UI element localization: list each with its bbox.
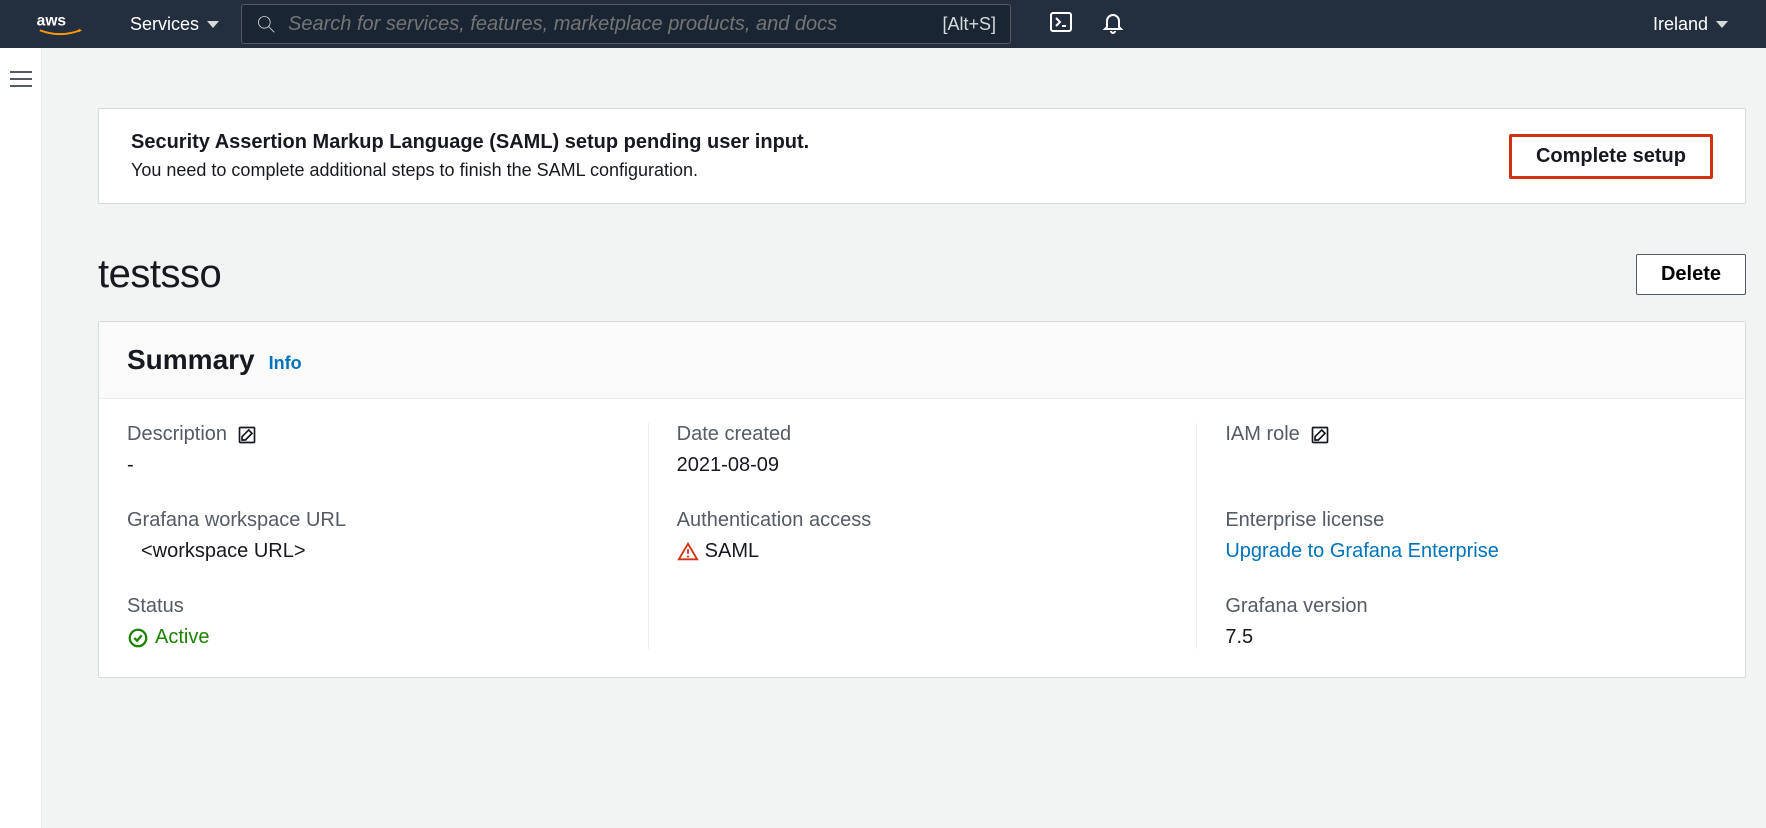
date-created-label: Date created bbox=[677, 423, 792, 446]
page-header: testsso Delete bbox=[98, 252, 1746, 297]
edit-iam-role-icon[interactable] bbox=[1310, 425, 1330, 445]
main-content: Security Assertion Markup Language (SAML… bbox=[42, 48, 1766, 828]
date-created-field: Date created 2021-08-09 bbox=[677, 423, 1169, 477]
services-label: Services bbox=[130, 14, 199, 35]
status-value: Active bbox=[127, 626, 620, 649]
svg-text:aws: aws bbox=[37, 13, 67, 30]
edit-description-icon[interactable] bbox=[237, 425, 257, 445]
warning-icon bbox=[677, 541, 699, 563]
saml-pending-alert: Security Assertion Markup Language (SAML… bbox=[98, 108, 1746, 204]
date-created-value: 2021-08-09 bbox=[677, 454, 1169, 477]
auth-access-value: SAML bbox=[677, 540, 1169, 563]
auth-access-field: Authentication access SAML bbox=[677, 509, 1169, 563]
sidebar-collapse-strip bbox=[0, 48, 42, 828]
region-label: Ireland bbox=[1653, 14, 1708, 35]
summary-col-2: Date created 2021-08-09 Authentication a… bbox=[648, 423, 1197, 649]
auth-access-text: SAML bbox=[705, 540, 759, 563]
global-search[interactable]: [Alt+S] bbox=[241, 4, 1011, 44]
region-selector[interactable]: Ireland bbox=[1639, 14, 1742, 35]
page-title: testsso bbox=[98, 252, 221, 297]
aws-logo[interactable]: aws bbox=[0, 10, 108, 38]
summary-panel: Summary Info Description - bbox=[98, 321, 1746, 678]
search-shortcut: [Alt+S] bbox=[943, 14, 997, 35]
description-label: Description bbox=[127, 423, 227, 446]
caret-down-icon bbox=[1716, 21, 1728, 28]
enterprise-upgrade-link[interactable]: Upgrade to Grafana Enterprise bbox=[1225, 540, 1717, 563]
workspace-url-value: <workspace URL> bbox=[127, 540, 620, 563]
iam-role-value bbox=[1225, 454, 1717, 477]
grafana-version-label: Grafana version bbox=[1225, 595, 1367, 618]
status-label: Status bbox=[127, 595, 184, 618]
grafana-version-field: Grafana version 7.5 bbox=[1225, 595, 1717, 649]
cloudshell-button[interactable] bbox=[1035, 10, 1087, 39]
sidebar-toggle[interactable] bbox=[10, 66, 32, 828]
status-field: Status Active bbox=[127, 595, 620, 649]
enterprise-license-field: Enterprise license Upgrade to Grafana En… bbox=[1225, 509, 1717, 563]
enterprise-license-label: Enterprise license bbox=[1225, 509, 1384, 532]
workspace-url-field: Grafana workspace URL <workspace URL> bbox=[127, 509, 620, 563]
iam-role-field: IAM role bbox=[1225, 423, 1717, 477]
check-circle-icon bbox=[127, 627, 149, 649]
services-menu[interactable]: Services bbox=[108, 0, 241, 48]
summary-header: Summary Info bbox=[99, 322, 1745, 399]
summary-col-3: IAM role Enterprise license Upgrade to G… bbox=[1196, 423, 1745, 649]
iam-role-label: IAM role bbox=[1225, 423, 1299, 446]
caret-down-icon bbox=[207, 21, 219, 28]
description-value: - bbox=[127, 454, 620, 477]
alert-title: Security Assertion Markup Language (SAML… bbox=[131, 131, 809, 154]
search-input[interactable] bbox=[288, 13, 942, 36]
search-icon bbox=[256, 14, 276, 34]
status-text: Active bbox=[155, 626, 209, 649]
info-link[interactable]: Info bbox=[269, 353, 302, 374]
description-field: Description - bbox=[127, 423, 620, 477]
top-nav: aws Services [Alt+S] Ireland bbox=[0, 0, 1766, 48]
auth-access-label: Authentication access bbox=[677, 509, 872, 532]
summary-col-1: Description - Grafana workspace URL <wor… bbox=[99, 423, 648, 649]
workspace-url-label: Grafana workspace URL bbox=[127, 509, 346, 532]
grafana-version-value: 7.5 bbox=[1225, 626, 1717, 649]
notifications-button[interactable] bbox=[1087, 10, 1139, 39]
alert-body: You need to complete additional steps to… bbox=[131, 160, 809, 181]
complete-setup-button[interactable]: Complete setup bbox=[1509, 134, 1713, 179]
delete-button[interactable]: Delete bbox=[1636, 254, 1746, 295]
summary-heading: Summary bbox=[127, 344, 255, 376]
